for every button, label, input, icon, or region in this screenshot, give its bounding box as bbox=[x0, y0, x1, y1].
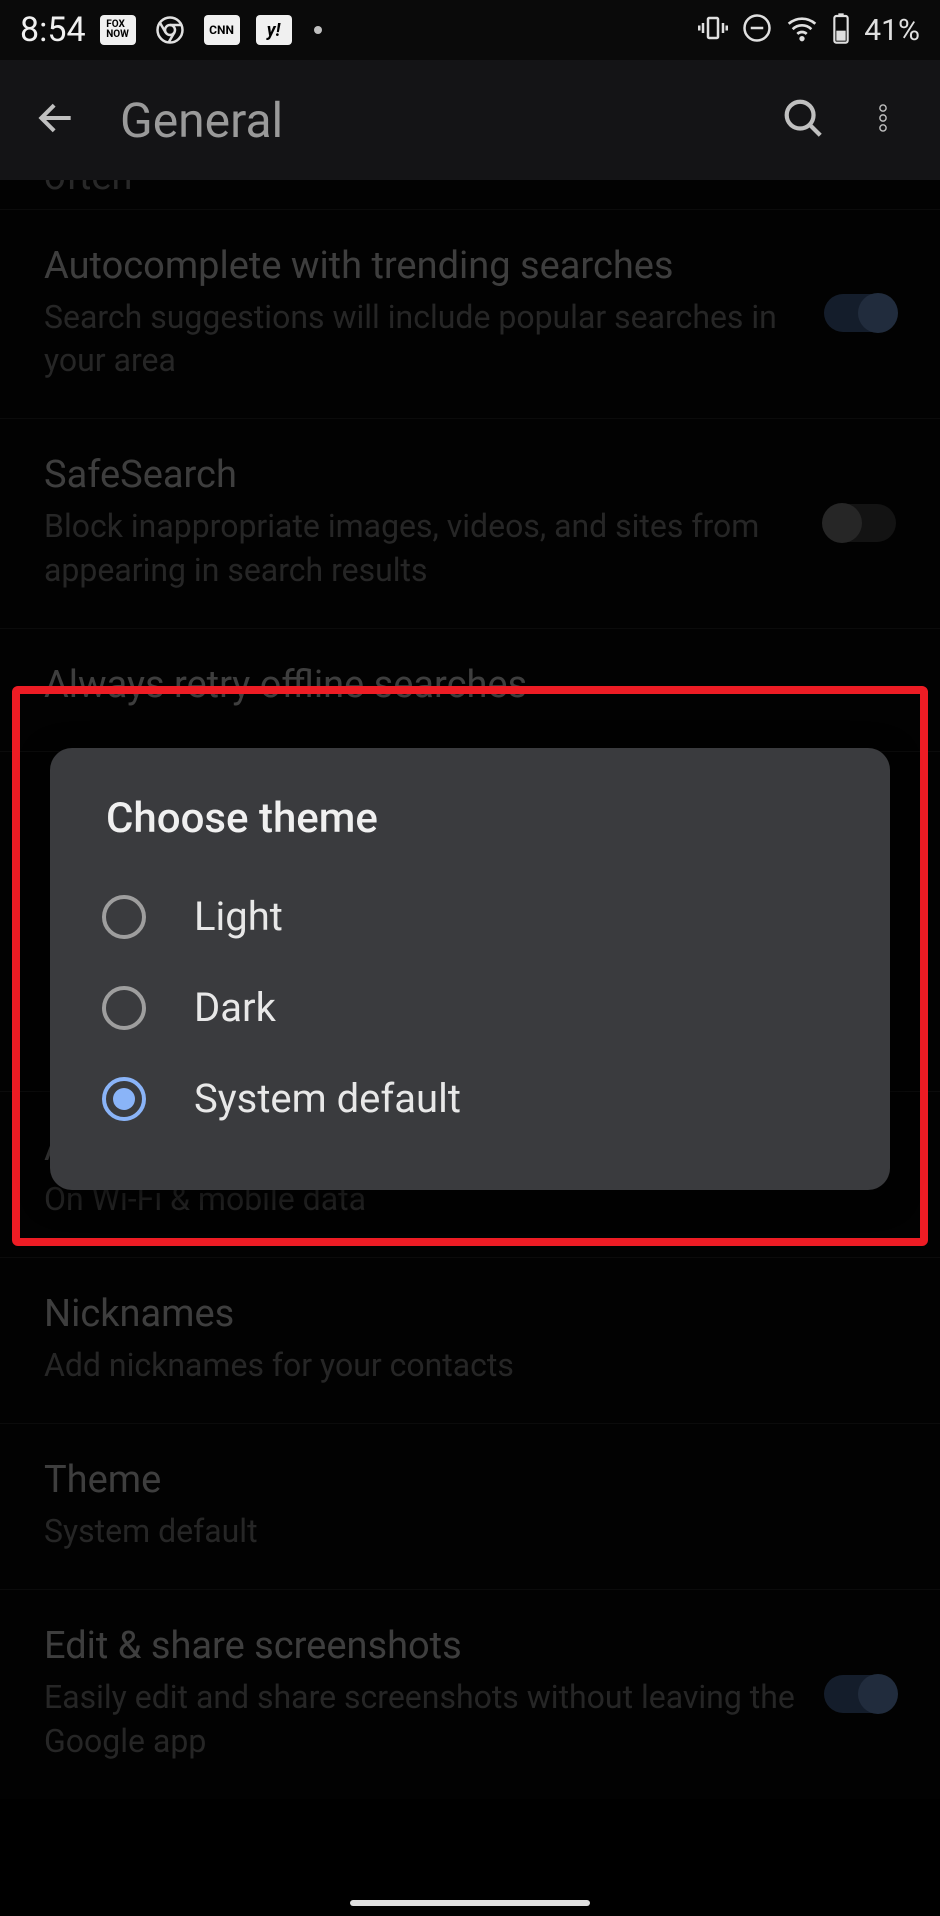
setting-subtitle: System default bbox=[44, 1510, 896, 1553]
radio-icon bbox=[102, 1077, 146, 1121]
theme-option-light[interactable]: Light bbox=[90, 871, 850, 962]
gesture-nav-pill[interactable] bbox=[350, 1900, 590, 1906]
theme-option-dark[interactable]: Dark bbox=[90, 962, 850, 1053]
setting-title: Always retry offline searches bbox=[44, 663, 896, 707]
setting-title: Autocomplete with trending searches bbox=[44, 244, 804, 288]
setting-item[interactable]: often bbox=[0, 180, 940, 210]
do-not-disturb-icon bbox=[742, 13, 772, 47]
theme-option-system-default[interactable]: System default bbox=[90, 1053, 850, 1144]
more-notifications-dot bbox=[314, 26, 322, 34]
setting-theme[interactable]: Theme System default bbox=[0, 1424, 940, 1590]
toggle-screenshots[interactable] bbox=[824, 1675, 896, 1713]
fox-now-icon: FOXNOW bbox=[98, 14, 138, 46]
setting-safesearch[interactable]: SafeSearch Block inappropriate images, v… bbox=[0, 419, 940, 628]
more-options-button[interactable] bbox=[846, 85, 920, 155]
battery-percentage: 41% bbox=[864, 13, 920, 48]
toggle-knob bbox=[822, 503, 862, 543]
option-label: Dark bbox=[194, 984, 276, 1031]
clock: 8:54 bbox=[20, 10, 86, 50]
setting-screenshots[interactable]: Edit & share screenshots Easily edit and… bbox=[0, 1590, 940, 1798]
radio-icon bbox=[102, 895, 146, 939]
setting-subtitle: Block inappropriate images, videos, and … bbox=[44, 505, 804, 591]
setting-nicknames[interactable]: Nicknames Add nicknames for your contact… bbox=[0, 1258, 940, 1424]
setting-subtitle: Add nicknames for your contacts bbox=[44, 1344, 896, 1387]
option-label: System default bbox=[194, 1075, 461, 1122]
status-right: 41% bbox=[698, 12, 920, 48]
back-button[interactable] bbox=[20, 86, 92, 154]
toggle-safesearch[interactable] bbox=[824, 504, 896, 542]
option-label: Light bbox=[194, 893, 283, 940]
setting-subtitle: Easily edit and share screenshots withou… bbox=[44, 1676, 804, 1762]
vibrate-icon bbox=[698, 13, 728, 47]
yahoo-icon: y! bbox=[254, 14, 294, 46]
choose-theme-dialog: Choose theme Light Dark System default bbox=[50, 748, 890, 1190]
setting-title: Edit & share screenshots bbox=[44, 1624, 804, 1668]
chrome-icon bbox=[150, 14, 190, 46]
page-title: General bbox=[120, 92, 760, 149]
search-button[interactable] bbox=[760, 85, 846, 155]
status-bar: 8:54 FOXNOW CNN y! 41% bbox=[0, 0, 940, 60]
toggle-knob bbox=[858, 293, 898, 333]
toolbar: General bbox=[0, 60, 940, 180]
setting-title: Theme bbox=[44, 1458, 896, 1502]
toggle-autocomplete[interactable] bbox=[824, 294, 896, 332]
setting-subtitle: Search suggestions will include popular … bbox=[44, 296, 804, 382]
cnn-icon: CNN bbox=[202, 14, 242, 46]
wifi-icon bbox=[786, 12, 818, 48]
setting-title: SafeSearch bbox=[44, 453, 804, 497]
setting-autocomplete[interactable]: Autocomplete with trending searches Sear… bbox=[0, 210, 940, 419]
toggle-knob bbox=[858, 1674, 898, 1714]
dialog-title: Choose theme bbox=[90, 794, 850, 843]
setting-retry-offline[interactable]: Always retry offline searches bbox=[0, 629, 940, 752]
status-left: 8:54 FOXNOW CNN y! bbox=[20, 10, 322, 50]
radio-icon bbox=[102, 986, 146, 1030]
setting-title: often bbox=[44, 180, 896, 199]
setting-title: Nicknames bbox=[44, 1292, 896, 1336]
battery-icon bbox=[832, 12, 850, 48]
